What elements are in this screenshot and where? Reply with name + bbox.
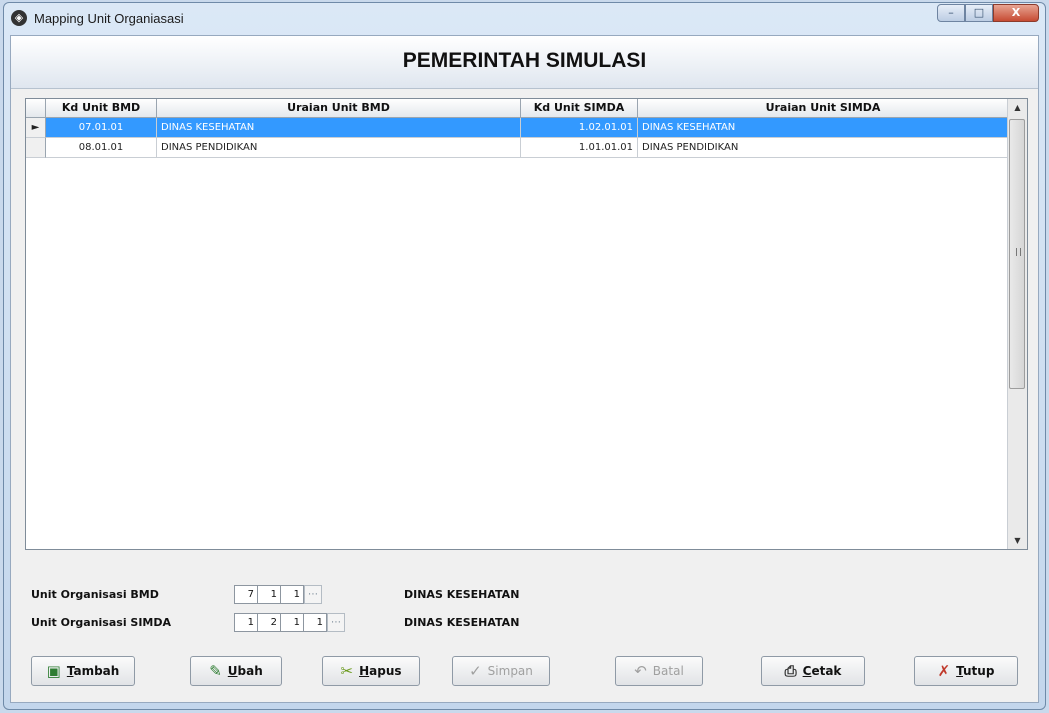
scroll-thumb[interactable] [1009,119,1025,389]
unit-simda-name: DINAS KESEHATAN [404,616,520,629]
uraian-bmd-cell[interactable]: DINAS KESEHATAN [157,118,521,138]
close-button[interactable]: X [993,4,1039,22]
simda-code-1[interactable]: 1 [234,613,258,632]
data-grid[interactable]: Kd Unit BMD Uraian Unit BMD Kd Unit SIMD… [25,98,1028,550]
close-brush-icon: ✗ [937,662,951,680]
kd-bmd-cell[interactable]: 08.01.01 [46,138,157,158]
unit-bmd-label: Unit Organisasi BMD [31,588,159,601]
vertical-scrollbar[interactable]: ▲ ▼ [1007,99,1027,549]
uraian-bmd-cell[interactable]: DINAS PENDIDIKAN [157,138,521,158]
uraian-simda-cell[interactable]: DINAS PENDIDIKAN [638,138,1009,158]
add-icon: ▣ [46,662,61,680]
app-icon: ◈ [11,10,27,26]
title-bar[interactable]: ◈ Mapping Unit Organiasasi – □ X [4,3,1045,35]
bmd-lookup-icon[interactable]: ⋯ [304,585,322,604]
unit-simda-label: Unit Organisasi SIMDA [31,616,172,629]
client-area: PEMERINTAH SIMULASI Kd Unit BMD Uraian U… [10,35,1039,703]
bmd-code-1[interactable]: 7 [234,585,258,604]
main-window: ◈ Mapping Unit Organiasasi – □ X PEMERIN… [3,2,1046,710]
printer-icon: ⎙ [784,662,797,680]
kd-simda-cell[interactable]: 1.02.01.01 [521,118,638,138]
scroll-up-icon[interactable]: ▲ [1008,99,1027,116]
hapus-button[interactable]: ✂ Hapus [322,656,420,686]
unit-bmd-name: DINAS KESEHATAN [404,588,520,601]
simda-lookup-icon[interactable]: ⋯ [327,613,345,632]
tambah-button[interactable]: ▣ Tambah [31,656,135,686]
table-row[interactable]: ► 07.01.01 DINAS KESEHATAN 1.02.01.01 DI… [26,118,1009,138]
column-header-uraian-simda[interactable]: Uraian Unit SIMDA [638,99,1009,118]
scroll-down-icon[interactable]: ▼ [1008,532,1027,549]
kd-simda-cell[interactable]: 1.01.01.01 [521,138,638,158]
simda-code-3[interactable]: 1 [280,613,304,632]
edit-icon: ✎ [209,662,222,680]
table-row[interactable]: 08.01.01 DINAS PENDIDIKAN 1.01.01.01 DIN… [26,138,1009,158]
row-indicator-icon: ► [26,118,46,138]
row-indicator [26,138,46,158]
indicator-header [26,99,46,118]
kd-bmd-cell[interactable]: 07.01.01 [46,118,157,138]
minimize-button[interactable]: – [937,4,965,22]
ubah-button[interactable]: ✎ Ubah [190,656,282,686]
cetak-button[interactable]: ⎙ Cetak [761,656,865,686]
tutup-button[interactable]: ✗ Tutup [914,656,1018,686]
bmd-code-2[interactable]: 1 [257,585,281,604]
header-band: PEMERINTAH SIMULASI [11,36,1038,89]
window-title: Mapping Unit Organiasasi [34,11,184,26]
grid-header: Kd Unit BMD Uraian Unit BMD Kd Unit SIMD… [26,99,1009,118]
batal-button[interactable]: ↶ Batal [615,656,703,686]
check-icon: ✓ [469,662,482,680]
maximize-button[interactable]: □ [965,4,993,22]
simda-code-4[interactable]: 1 [303,613,327,632]
column-header-kd-simda[interactable]: Kd Unit SIMDA [521,99,638,118]
simpan-button[interactable]: ✓ Simpan [452,656,550,686]
undo-icon: ↶ [634,662,647,680]
uraian-simda-cell[interactable]: DINAS KESEHATAN [638,118,1009,138]
bmd-code-3[interactable]: 1 [280,585,304,604]
column-header-uraian-bmd[interactable]: Uraian Unit BMD [157,99,521,118]
simda-code-2[interactable]: 2 [257,613,281,632]
column-header-kd-bmd[interactable]: Kd Unit BMD [46,99,157,118]
page-title: PEMERINTAH SIMULASI [402,49,647,72]
delete-icon: ✂ [340,662,354,680]
